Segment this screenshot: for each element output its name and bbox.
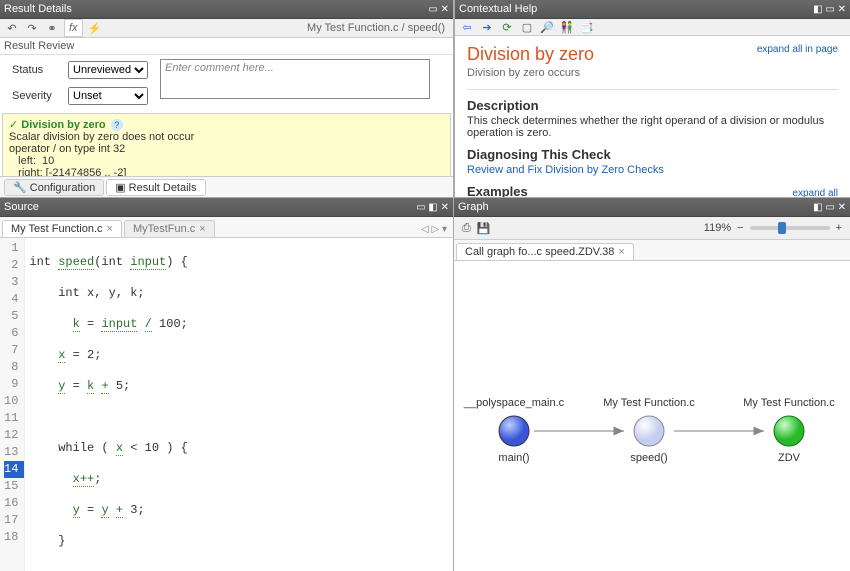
- source-panel: Source ▭ ◧ ✕ My Test Function.c × MyTest…: [0, 197, 454, 571]
- graph-node-zdv[interactable]: [774, 416, 804, 446]
- check-left: left: 10: [9, 155, 444, 167]
- reload-icon[interactable]: ⟳: [499, 19, 515, 35]
- description-text: This check determines whether the right …: [467, 115, 838, 139]
- tab-callgraph[interactable]: Call graph fo...c speed.ZDV.38 ×: [456, 243, 634, 260]
- tab-configuration[interactable]: 🔧 Configuration: [4, 179, 104, 196]
- graph-canvas[interactable]: __polyspace_main.c main() My Test Functi…: [454, 261, 850, 571]
- zoom-out-icon[interactable]: −: [737, 222, 743, 234]
- description-heading: Description: [467, 98, 838, 113]
- tab-mytestfun[interactable]: MyTestFun.c ×: [124, 220, 215, 237]
- graph-titlebar: Graph ◧ ▭ ✕: [454, 198, 850, 217]
- help-subtitle: Division by zero occurs: [467, 67, 838, 79]
- breadcrumb: My Test Function.c / speed(): [307, 22, 449, 34]
- bolt-icon[interactable]: ⚡: [87, 20, 103, 36]
- pin-icon[interactable]: ▭ ✕: [428, 4, 449, 15]
- result-details-titlebar: Result Details ▭ ✕: [0, 0, 453, 19]
- chain-icon[interactable]: ⚭: [44, 20, 60, 36]
- node1-top-label: __polyspace_main.c: [463, 397, 565, 409]
- diagnosing-heading: Diagnosing This Check: [467, 147, 838, 162]
- check-line: Scalar division by zero does not occur: [9, 131, 444, 143]
- zoom-slider[interactable]: [750, 226, 830, 230]
- status-label: Status: [12, 64, 62, 76]
- result-details-toolbar: ↶ ↷ ⚭ fx ⚡ My Test Function.c / speed(): [0, 19, 453, 38]
- source-tabs: My Test Function.c × MyTestFun.c × ◁ ▷ ▾: [0, 217, 453, 238]
- help-body: expand all in page Division by zero Divi…: [455, 36, 850, 197]
- zoom-in-icon[interactable]: +: [836, 222, 842, 234]
- contextual-help-panel: Contextual Help ◧ ▭ ✕ ⇦ ➔ ⟳ ▢ 🔎 👫 📑 expa…: [454, 0, 850, 197]
- line-gutter: 123456789101112131415161718: [0, 238, 25, 571]
- check-line: operator / on type int 32: [9, 143, 444, 155]
- close-icon[interactable]: ×: [107, 223, 113, 235]
- panel-title: Graph: [458, 198, 489, 216]
- expand-all-link[interactable]: expand all: [792, 188, 838, 197]
- help-toolbar: ⇦ ➔ ⟳ ▢ 🔎 👫 📑: [455, 19, 850, 36]
- severity-label: Severity: [12, 90, 62, 102]
- code-editor[interactable]: 123456789101112131415161718 int speed(in…: [0, 238, 453, 571]
- print-icon[interactable]: ⎙: [462, 222, 471, 235]
- tab-label: Call graph fo...c speed.ZDV.38: [465, 246, 614, 258]
- tab-result-details[interactable]: ▣ Result Details: [106, 179, 205, 196]
- dock-icon[interactable]: ▭ ◧ ✕: [416, 202, 449, 213]
- check-tick-icon: ✓: [9, 119, 18, 131]
- help-titlebar: Contextual Help ◧ ▭ ✕: [455, 0, 850, 19]
- panel-title: Result Details: [4, 0, 72, 18]
- panel-title: Source: [4, 198, 39, 216]
- home-icon[interactable]: 👫: [559, 19, 575, 35]
- graph-panel: Graph ◧ ▭ ✕ ⎙ 💾 119% − + Call graph fo..…: [454, 197, 850, 571]
- tab-mytestfunction[interactable]: My Test Function.c ×: [2, 220, 122, 237]
- comment-input[interactable]: Enter comment here...: [160, 59, 430, 99]
- svg-text:My Test Function.c: My Test Function.c: [743, 397, 835, 409]
- save-icon[interactable]: 💾: [477, 222, 491, 235]
- dock-icon[interactable]: ◧ ▭ ✕: [813, 202, 846, 213]
- severity-select[interactable]: Unset: [68, 87, 148, 105]
- svg-text:ZDV: ZDV: [778, 452, 801, 464]
- code-body: int speed(int input) { int x, y, k; k = …: [25, 238, 227, 571]
- close-icon[interactable]: ×: [199, 223, 205, 235]
- result-bottom-tabs: 🔧 Configuration ▣ Result Details: [0, 176, 453, 197]
- expand-all-page-link[interactable]: expand all in page: [757, 44, 838, 55]
- result-details-panel: Result Details ▭ ✕ ↶ ↷ ⚭ fx ⚡ My Test Fu…: [0, 0, 454, 197]
- graph-tabs: Call graph fo...c speed.ZDV.38 ×: [454, 240, 850, 261]
- nav-back-icon[interactable]: ↶: [4, 20, 20, 36]
- tab-label: My Test Function.c: [11, 223, 103, 235]
- svg-text:speed(): speed(): [630, 452, 667, 464]
- find-icon[interactable]: 🔎: [539, 19, 555, 35]
- tab-label: MyTestFun.c: [133, 223, 195, 235]
- status-select[interactable]: Unreviewed: [68, 61, 148, 79]
- dock-icon[interactable]: ◧ ▭ ✕: [813, 4, 846, 15]
- graph-node-speed[interactable]: [634, 416, 664, 446]
- nav-fwd-icon[interactable]: ↷: [24, 20, 40, 36]
- svg-text:main(): main(): [498, 452, 529, 464]
- forward-icon[interactable]: ➔: [479, 19, 495, 35]
- close-icon[interactable]: ×: [618, 246, 624, 258]
- fx-box[interactable]: fx: [64, 19, 83, 37]
- review-header: Result Review: [0, 38, 453, 55]
- examples-heading: Examples: [467, 184, 528, 197]
- back-icon[interactable]: ⇦: [459, 19, 475, 35]
- svg-text:My Test Function.c: My Test Function.c: [603, 397, 695, 409]
- tab-nav-icons[interactable]: ◁ ▷ ▾: [415, 222, 453, 237]
- extra-icon[interactable]: 📑: [579, 19, 595, 35]
- graph-node-main[interactable]: [499, 416, 529, 446]
- source-titlebar: Source ▭ ◧ ✕: [0, 198, 453, 217]
- newpage-icon[interactable]: ▢: [519, 19, 535, 35]
- check-title: Division by zero: [21, 119, 105, 131]
- graph-toolbar: ⎙ 💾 119% − +: [454, 217, 850, 240]
- zoom-label: 119%: [704, 222, 731, 234]
- diagnosing-link[interactable]: Review and Fix Division by Zero Checks: [467, 164, 838, 176]
- panel-title: Contextual Help: [459, 0, 537, 18]
- help-icon[interactable]: ?: [111, 119, 123, 131]
